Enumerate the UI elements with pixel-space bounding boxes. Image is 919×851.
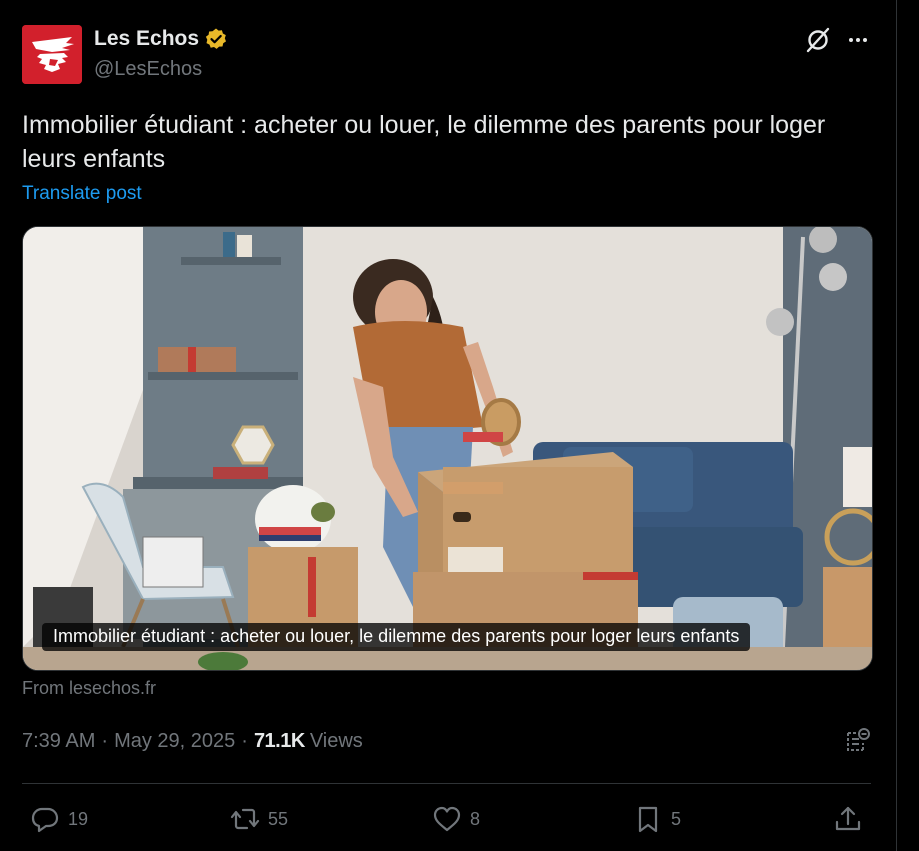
post-date[interactable]: May 29, 2025 xyxy=(114,730,235,753)
post-meta: 7:39 AM · May 29, 2025 · 71.1K Views xyxy=(22,730,363,753)
article-photo xyxy=(23,227,872,670)
les-echos-logo xyxy=(22,25,82,84)
repost-button[interactable]: 55 xyxy=(230,802,288,836)
share-icon xyxy=(835,806,861,831)
bookmark-icon xyxy=(638,806,658,833)
meta-separator: · xyxy=(241,730,248,752)
more-dot xyxy=(856,38,860,42)
views-label: Views xyxy=(309,730,363,752)
reply-icon xyxy=(31,807,59,833)
share-button[interactable] xyxy=(833,802,863,836)
bookmark-count: 5 xyxy=(671,808,682,829)
more-dot xyxy=(863,38,867,42)
post-text: Immobilier étudiant : acheter ou louer, … xyxy=(22,111,826,173)
author-name-row: Les Echos xyxy=(94,27,228,51)
translate-post-link[interactable]: Translate post xyxy=(22,183,142,205)
bookmark-button[interactable]: 5 xyxy=(633,802,681,836)
more-icon[interactable] xyxy=(843,27,873,53)
like-icon xyxy=(433,806,461,832)
analytics-icon[interactable] xyxy=(843,725,873,755)
repost-icon xyxy=(230,808,260,830)
like-count: 8 xyxy=(470,808,481,829)
author-handle[interactable]: @LesEchos xyxy=(94,58,202,81)
card-source[interactable]: From lesechos.fr xyxy=(22,678,156,699)
reply-button[interactable]: 19 xyxy=(30,802,88,836)
link-card-image[interactable]: Immobilier étudiant : acheter ou louer, … xyxy=(22,226,873,671)
avatar[interactable] xyxy=(22,25,82,84)
repost-count: 55 xyxy=(268,808,289,829)
column-border xyxy=(896,0,897,851)
views-count: 71.1K xyxy=(253,730,305,752)
more-dot xyxy=(849,38,853,42)
post-time[interactable]: 7:39 AM xyxy=(22,730,95,753)
meta-separator: · xyxy=(101,730,109,752)
reply-count: 19 xyxy=(68,808,89,829)
verified-badge-icon[interactable] xyxy=(204,27,228,51)
grok-icon[interactable] xyxy=(803,25,833,55)
card-title-overlay: Immobilier étudiant : acheter ou louer, … xyxy=(42,623,751,651)
actions-divider xyxy=(22,783,871,784)
like-button[interactable]: 8 xyxy=(432,802,480,836)
author-display-name[interactable]: Les Echos xyxy=(94,27,199,51)
